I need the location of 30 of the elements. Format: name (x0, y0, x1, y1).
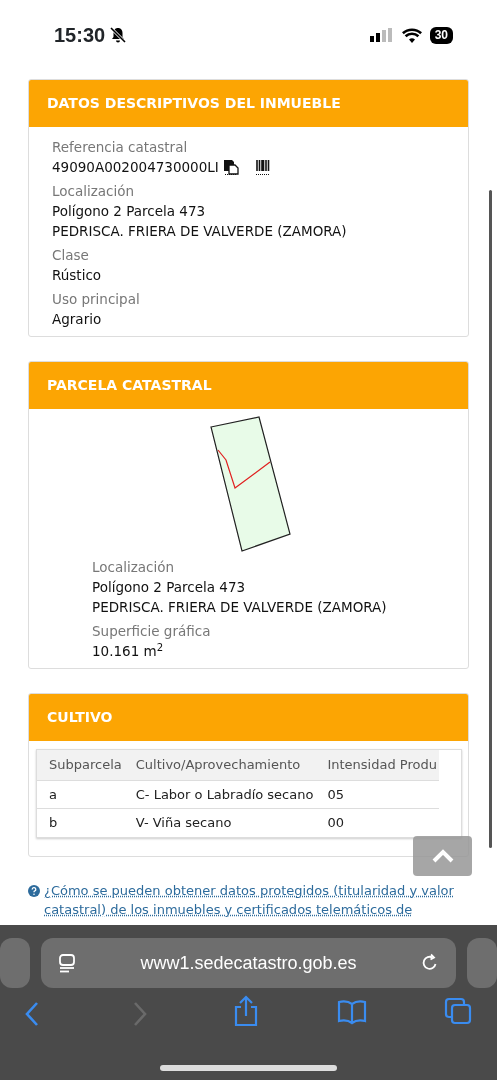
field-label: Clase (52, 246, 90, 265)
table-cell: V- Viña secano (123, 808, 316, 837)
url-text: www1.sedecatastro.gob.es (140, 951, 357, 975)
help-link[interactable]: ¿Cómo se pueden obtener datos protegidos (titularidad y valor catastral) de los inmuebles y certificados telemáticos de (44, 880, 467, 919)
field-value: PEDRISCA. FRIERA DE VALVERDE (ZAMORA) (52, 222, 348, 241)
field-value: Agrario (52, 310, 103, 329)
table-cell: b (37, 808, 124, 837)
reference-value: 49090A002004730000LI (52, 158, 219, 177)
field-label: Superficie gráfica (92, 622, 212, 641)
field-label: Localización (92, 558, 176, 577)
field-label: Referencia catastral (52, 138, 189, 157)
section-header: DATOS DESCRIPTIVOS DEL INMUEBLE (29, 80, 468, 127)
clock-time: 15:30 (54, 23, 106, 48)
column-header: Cultivo/Aprovechamiento (123, 750, 316, 780)
column-header: Subparcela (37, 750, 124, 780)
field-value: Polígono 2 Parcela 473 (92, 578, 247, 597)
section-header: PARCELA CATASTRAL (29, 362, 468, 409)
table-cell: C- Labor o Labradío secano (123, 780, 316, 809)
address-bar[interactable]: www1.sedecatastro.gob.es (41, 938, 456, 988)
table-cell: a (37, 780, 124, 809)
field-value: Polígono 2 Parcela 473 (52, 202, 207, 221)
battery-level: 30 (429, 26, 453, 44)
field-value: 10.161 m$^{2}$ (92, 641, 165, 661)
section-header: CULTIVO (29, 694, 468, 741)
field-value: PEDRISCA. FRIERA DE VALVERDE (ZAMORA) (92, 598, 388, 617)
field-value: Rústico (52, 266, 103, 285)
field-label: Uso principal (52, 290, 141, 309)
field-label: Localización (52, 182, 136, 201)
column-header: Intensidad Produ (315, 750, 439, 780)
table-cell: 05 (315, 780, 439, 809)
